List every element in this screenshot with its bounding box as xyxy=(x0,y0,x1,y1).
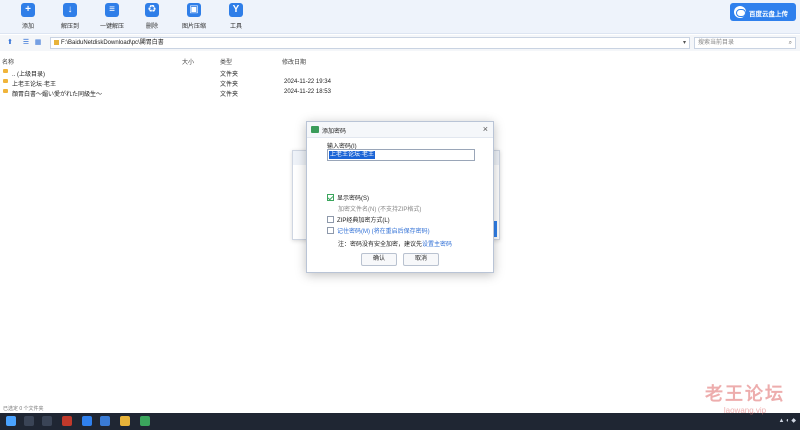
app-icon xyxy=(311,126,319,133)
watermark: 老王论坛 laowang.vip xyxy=(690,380,800,415)
watermark-url: laowang.vip xyxy=(723,406,767,415)
note-text: 注：密码没有安全加密，建议先 xyxy=(338,242,423,248)
cancel-label: 取消 xyxy=(414,256,427,262)
add-button[interactable]: + 添加 xyxy=(8,3,48,30)
extract-button[interactable]: ↓ 解压到 xyxy=(50,3,90,30)
row-date: 2024-11-22 19:34 xyxy=(284,79,331,85)
remember-password-checkbox[interactable] xyxy=(327,227,334,234)
row-date: 2024-11-22 18:53 xyxy=(284,89,331,95)
encrypt-filename-option: 加密文件名(N) (不支持ZIP格式) xyxy=(338,204,421,213)
encrypt-filename-label: 加密文件名(N) (不支持ZIP格式) xyxy=(338,207,422,213)
search-icon[interactable]: ⌕ xyxy=(789,38,792,48)
security-note: 注：密码没有安全加密，建议先设置主密码 xyxy=(338,239,452,248)
file-explorer-icon[interactable] xyxy=(120,416,130,426)
file-list-header: 名称 大小 类型 修改日期 xyxy=(0,55,800,66)
show-password-label: 显示密码(S) xyxy=(337,196,369,202)
remember-password-label: 记住密码(M) (将在重启后保存密码) xyxy=(337,229,430,235)
cancel-button[interactable]: 取消 xyxy=(403,253,439,266)
table-row[interactable]: .. (上级目录) 文件夹 xyxy=(0,67,800,78)
dialog-titlebar: 添加密码 × xyxy=(307,122,493,138)
folder-icon xyxy=(54,40,59,45)
one-click-label: 一键解压 xyxy=(99,24,124,30)
watermark-title: 老王论坛 xyxy=(705,384,785,404)
cloud-icon xyxy=(734,6,746,18)
image-compress-button[interactable]: ▣ 图片压缩 xyxy=(174,3,214,30)
row-type: 文件夹 xyxy=(220,92,239,98)
row-name: 顔胃白書～媚い愛がれた同級生～ xyxy=(12,92,103,98)
ok-button[interactable]: 确认 xyxy=(361,253,397,266)
zip-legacy-option[interactable]: ZIP经典加密方式(L) xyxy=(327,215,390,224)
taskbar: ▲ ◐ ◆ xyxy=(0,413,800,430)
up-icon[interactable]: ⬆ xyxy=(6,39,14,47)
chevron-down-icon[interactable]: ▾ xyxy=(683,38,686,48)
app-icon[interactable] xyxy=(62,416,72,426)
password-value: 上老王论坛·老王 xyxy=(329,151,375,159)
add-icon: + xyxy=(21,3,35,17)
zip-legacy-checkbox[interactable] xyxy=(327,216,334,223)
tools-icon: Y xyxy=(229,3,243,17)
folder-extract-icon: ↓ xyxy=(63,3,77,17)
task-view-icon[interactable] xyxy=(42,416,52,426)
archive-icon: ≡ xyxy=(105,3,119,17)
tools-button[interactable]: Y 工具 xyxy=(216,3,256,30)
delete-button[interactable]: ♻ 删除 xyxy=(132,3,172,30)
image-icon: ▣ xyxy=(187,3,201,17)
extract-label: 解压到 xyxy=(60,24,79,30)
status-text: 已选定 0 个文件夹 xyxy=(3,406,44,412)
folder-icon xyxy=(3,69,8,73)
remember-password-option[interactable]: 记住密码(M) (将在重启后保存密码) xyxy=(327,226,430,235)
archive-app-icon[interactable] xyxy=(140,416,150,426)
view-list-icon[interactable]: ☰ xyxy=(22,39,30,47)
cloud-upload-button[interactable]: 百度云盘上传 xyxy=(730,3,796,21)
recycle-icon: ♻ xyxy=(145,3,159,17)
path-input[interactable]: F:\BaiduNetdiskDownload\pc\閣胃白書 ▾ xyxy=(50,37,690,49)
status-bar: 已选定 0 个文件夹 xyxy=(0,405,800,413)
close-icon[interactable]: × xyxy=(483,124,488,134)
ok-label: 确认 xyxy=(372,256,385,262)
search-input[interactable]: 搜索当前目录 ⌕ xyxy=(694,37,796,49)
set-master-password-link[interactable]: 设置主密码 xyxy=(422,242,452,248)
tools-label: 工具 xyxy=(229,24,242,30)
path-text: F:\BaiduNetdiskDownload\pc\閣胃白書 xyxy=(61,40,164,46)
show-password-option[interactable]: 显示密码(S) xyxy=(327,193,369,202)
add-label: 添加 xyxy=(21,24,34,30)
delete-label: 删除 xyxy=(145,24,158,30)
dialog-title: 添加密码 xyxy=(322,129,347,135)
one-click-extract-button[interactable]: ≡ 一键解压 xyxy=(92,3,132,30)
search-placeholder: 搜索当前目录 xyxy=(698,40,735,46)
search-icon[interactable] xyxy=(24,416,34,426)
folder-icon xyxy=(3,79,8,83)
system-tray[interactable]: ▲ ◐ ◆ xyxy=(778,417,796,424)
address-bar: ⬆ ☰ ▦ F:\BaiduNetdiskDownload\pc\閣胃白書 ▾ … xyxy=(0,35,800,51)
toolbar: + 添加 ↓ 解压到 ≡ 一键解压 ♻ 删除 ▣ 图片压缩 Y 工具 百度云盘上… xyxy=(0,0,800,34)
table-row[interactable]: 顔胃白書～媚い愛がれた同級生～ 文件夹 2024-11-22 18:53 xyxy=(0,87,800,98)
column-name[interactable]: 名称 xyxy=(2,57,14,66)
column-size[interactable]: 大小 xyxy=(182,57,194,66)
view-grid-icon[interactable]: ▦ xyxy=(34,39,42,47)
image-compress-label: 图片压缩 xyxy=(181,24,206,30)
add-password-dialog: 添加密码 × 输入密码(I) 上老王论坛·老王 显示密码(S) 加密文件名(N)… xyxy=(306,121,494,273)
folder-icon xyxy=(3,89,8,93)
column-type[interactable]: 类型 xyxy=(220,57,232,66)
app-icon[interactable] xyxy=(100,416,110,426)
zip-legacy-label: ZIP经典加密方式(L) xyxy=(337,218,390,224)
cloud-upload-label: 百度云盘上传 xyxy=(749,11,788,18)
show-password-checkbox[interactable] xyxy=(327,194,334,201)
windows-start-icon[interactable] xyxy=(6,416,16,426)
browser-icon[interactable] xyxy=(82,416,92,426)
table-row[interactable]: 上老王论坛·老王 文件夹 2024-11-22 19:34 xyxy=(0,77,800,88)
password-input[interactable]: 上老王论坛·老王 xyxy=(327,149,475,161)
column-date[interactable]: 修改日期 xyxy=(282,57,306,66)
